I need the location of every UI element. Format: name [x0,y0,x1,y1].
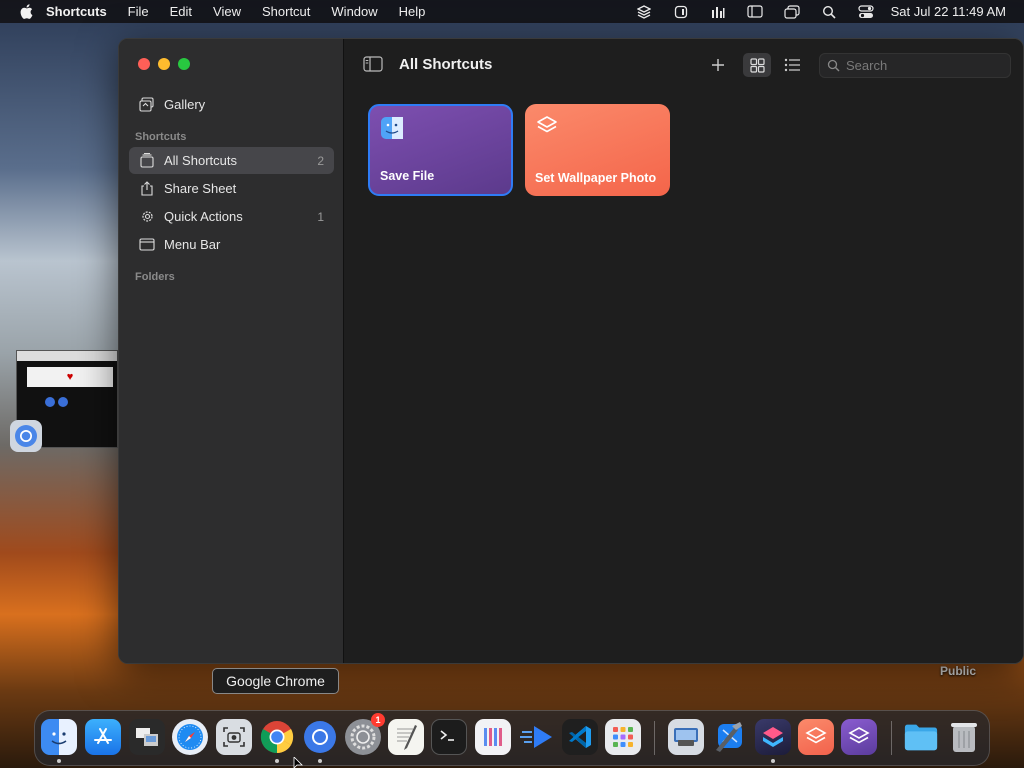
menu-bar: Shortcuts File Edit View Shortcut Window… [0,0,1024,23]
window-controls [138,58,190,70]
shortcut-card-save-file[interactable]: Save File [368,104,513,196]
screen-capture-icon[interactable] [672,5,690,19]
screenshot-dock-icon[interactable] [216,719,252,755]
trash-dock-icon[interactable] [946,719,982,755]
minimize-button[interactable] [158,58,170,70]
thumbnail-titlebar [17,351,117,361]
window-status-icon[interactable] [783,4,801,19]
sidebar-item-label: All Shortcuts [164,153,237,168]
chromium-dock-icon[interactable] [302,719,338,755]
spotlight-search-icon[interactable] [820,5,838,19]
maximize-button[interactable] [178,58,190,70]
image-capture-dock-icon[interactable] [668,719,704,755]
vscode-dock-icon[interactable] [562,719,598,755]
add-shortcut-button[interactable] [704,53,732,77]
menu-view[interactable]: View [213,4,241,19]
notification-badge: 1 [371,713,385,727]
finder-icon [380,116,404,140]
menubar-clock[interactable]: Sat Jul 22 11:49 AM [891,4,1006,19]
shortcuts-window: Gallery Shortcuts All Shortcuts 2 Share … [118,38,1024,664]
system-settings-dock-icon[interactable]: 1 [345,713,385,755]
sidebar-item-label: Share Sheet [164,181,237,196]
search-input[interactable] [846,58,996,73]
sidebar-status-icon[interactable] [746,5,764,19]
instruments-dock-icon[interactable] [475,719,511,755]
dock-separator [654,721,655,755]
menu-file[interactable]: File [128,4,149,19]
layers-icon [535,114,559,138]
grid-icon [749,57,765,73]
search-field[interactable] [819,53,1011,78]
public-folder-label[interactable]: Public [940,664,976,678]
google-chrome-dock-icon[interactable] [259,719,295,755]
stack-icon [139,153,155,168]
running-indicator [318,759,322,763]
terminal-dock-icon[interactable] [431,719,467,755]
shortcut-card-label: Save File [380,169,435,183]
shortcut-card-label: Set Wallpaper Photo [535,171,657,185]
page-title: All Shortcuts [399,56,493,73]
sidebar: Gallery Shortcuts All Shortcuts 2 Share … [119,39,344,663]
folder-dock-icon[interactable] [903,719,939,755]
apple-menu-icon[interactable] [19,4,33,20]
sidebar-item-share-sheet[interactable]: Share Sheet [129,175,334,202]
preview-dock-icon[interactable] [129,719,165,755]
app-store-dock-icon[interactable] [85,719,121,755]
folders-section-header: Folders [135,271,175,283]
toolbar: All Shortcuts [345,39,1023,91]
menu-help[interactable]: Help [399,4,426,19]
running-indicator [275,759,279,763]
menubar-status-area: Sat Jul 22 11:49 AM [616,0,1006,23]
shortcuts-section-header: Shortcuts [135,131,187,143]
running-indicator [771,759,775,763]
share-icon [139,181,155,196]
mouse-pointer-icon [293,756,303,768]
sidebar-item-count: 2 [317,153,324,168]
control-center-icon[interactable] [857,4,875,19]
gallery-icon [139,97,155,112]
shortcut-card-set-wallpaper-photo[interactable]: Set Wallpaper Photo [525,104,670,196]
dock: 1 [34,710,990,766]
sidebar-item-quick-actions[interactable]: Quick Actions 1 [129,203,334,230]
menu-window[interactable]: Window [331,4,377,19]
simulator-dock-icon[interactable] [518,719,554,755]
list-icon [784,58,800,72]
textedit-dock-icon[interactable] [388,719,424,755]
list-view-button[interactable] [778,53,806,77]
dock-separator [891,721,892,755]
finder-dock-icon[interactable] [41,719,77,755]
shortcuts-beta-dock-icon[interactable] [841,719,877,755]
thumbnail-content [45,397,117,407]
launchpad-dock-icon[interactable] [605,719,641,755]
plus-icon [712,59,724,71]
sidebar-item-label: Menu Bar [164,237,221,252]
sidebar-toggle-icon[interactable] [363,56,383,72]
audio-bars-icon[interactable] [709,5,727,19]
sidebar-item-menu-bar[interactable]: Menu Bar [129,231,334,258]
close-button[interactable] [138,58,150,70]
shortcuts-dev-dock-icon[interactable] [755,719,791,755]
gear-icon [139,210,155,224]
xcode-dock-icon[interactable] [711,719,747,755]
sidebar-item-gallery[interactable]: Gallery [129,91,334,118]
menu-shortcut[interactable]: Shortcut [262,4,310,19]
dock-tooltip: Google Chrome [212,668,339,694]
thumbnail-banner: ♥ [27,367,113,387]
shortcuts-dock-icon[interactable] [798,719,834,755]
menu-app-name[interactable]: Shortcuts [46,4,107,19]
sidebar-item-label: Quick Actions [164,209,243,224]
grid-view-button[interactable] [743,53,771,77]
sidebar-item-label: Gallery [164,97,206,112]
search-icon [826,59,840,73]
shortcuts-status-icon[interactable] [635,4,653,19]
sidebar-item-all-shortcuts[interactable]: All Shortcuts 2 [129,147,334,174]
main-content: All Shortcuts Save File [345,39,1023,663]
menu-edit[interactable]: Edit [170,4,192,19]
menubar-icon [139,238,155,252]
sidebar-item-count: 1 [317,209,324,224]
safari-dock-icon[interactable] [172,719,208,755]
running-indicator [57,759,61,763]
chromium-desktop-icon[interactable] [10,420,42,452]
